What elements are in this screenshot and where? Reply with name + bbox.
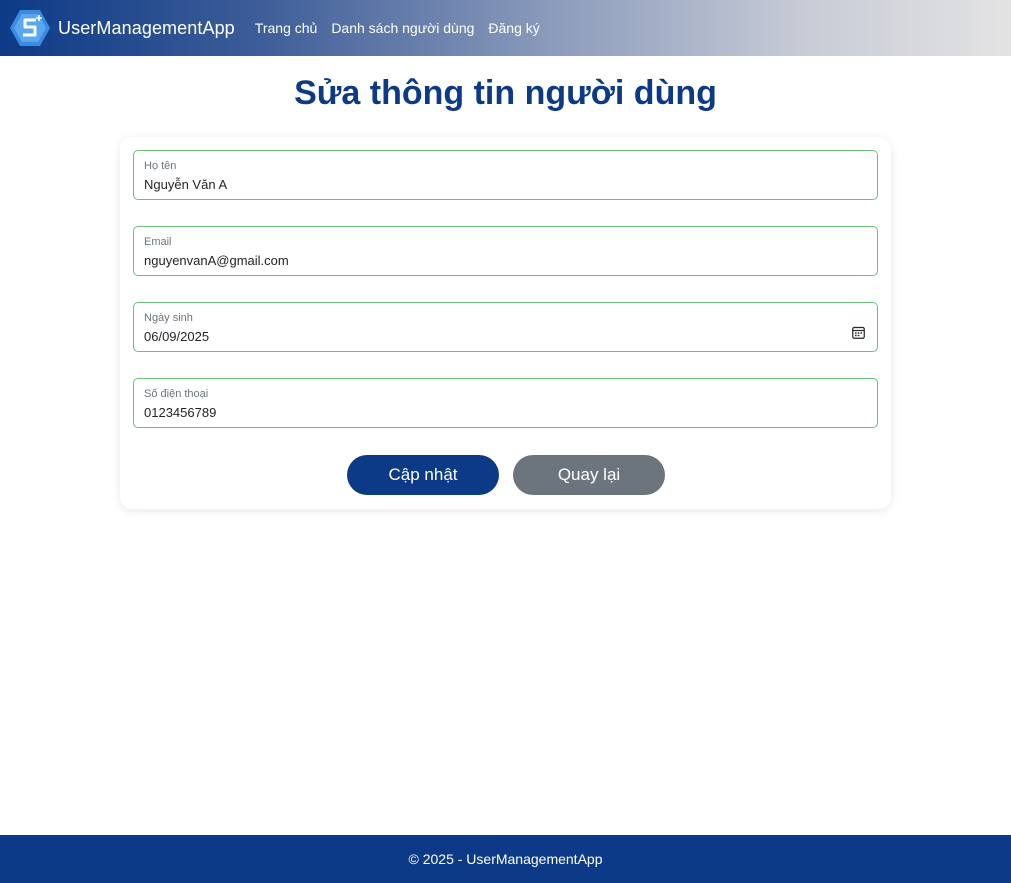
birthdate-input[interactable] xyxy=(144,327,834,345)
full-name-label: Họ tên xyxy=(144,160,177,172)
nav-links: Trang chủ Danh sách người dùng Đăng ký xyxy=(255,20,554,36)
nav-link-register[interactable]: Đăng ký xyxy=(488,20,539,36)
phone-input[interactable] xyxy=(144,403,834,421)
navbar: UserManagementApp Trang chủ Danh sách ng… xyxy=(0,0,1011,56)
nav-link-home[interactable]: Trang chủ xyxy=(255,20,318,36)
email-field[interactable]: Email xyxy=(133,226,878,276)
email-label: Email xyxy=(144,236,172,248)
full-name-input[interactable] xyxy=(144,175,834,193)
nav-link-user-list[interactable]: Danh sách người dùng xyxy=(331,20,474,36)
page-title: Sửa thông tin người dùng xyxy=(294,74,717,112)
back-button[interactable]: Quay lại xyxy=(513,455,665,495)
footer-text: © 2025 - UserManagementApp xyxy=(408,851,603,867)
birthdate-label: Ngày sinh xyxy=(144,312,193,324)
email-input[interactable] xyxy=(144,251,834,269)
phone-field[interactable]: Số điện thoại xyxy=(133,378,878,428)
app-logo-icon xyxy=(10,10,50,46)
brand-name: UserManagementApp xyxy=(58,17,235,38)
update-button[interactable]: Cập nhật xyxy=(347,455,499,495)
phone-label: Số điện thoại xyxy=(144,388,209,400)
footer: © 2025 - UserManagementApp xyxy=(0,835,1011,883)
birthdate-field[interactable]: Ngày sinh xyxy=(133,302,878,352)
calendar-icon[interactable] xyxy=(852,326,865,339)
brand[interactable]: UserManagementApp xyxy=(10,9,235,47)
edit-user-form: Họ tên Email Ngày sinh Số điện thoại Cập… xyxy=(120,137,891,509)
full-name-field[interactable]: Họ tên xyxy=(133,150,878,200)
